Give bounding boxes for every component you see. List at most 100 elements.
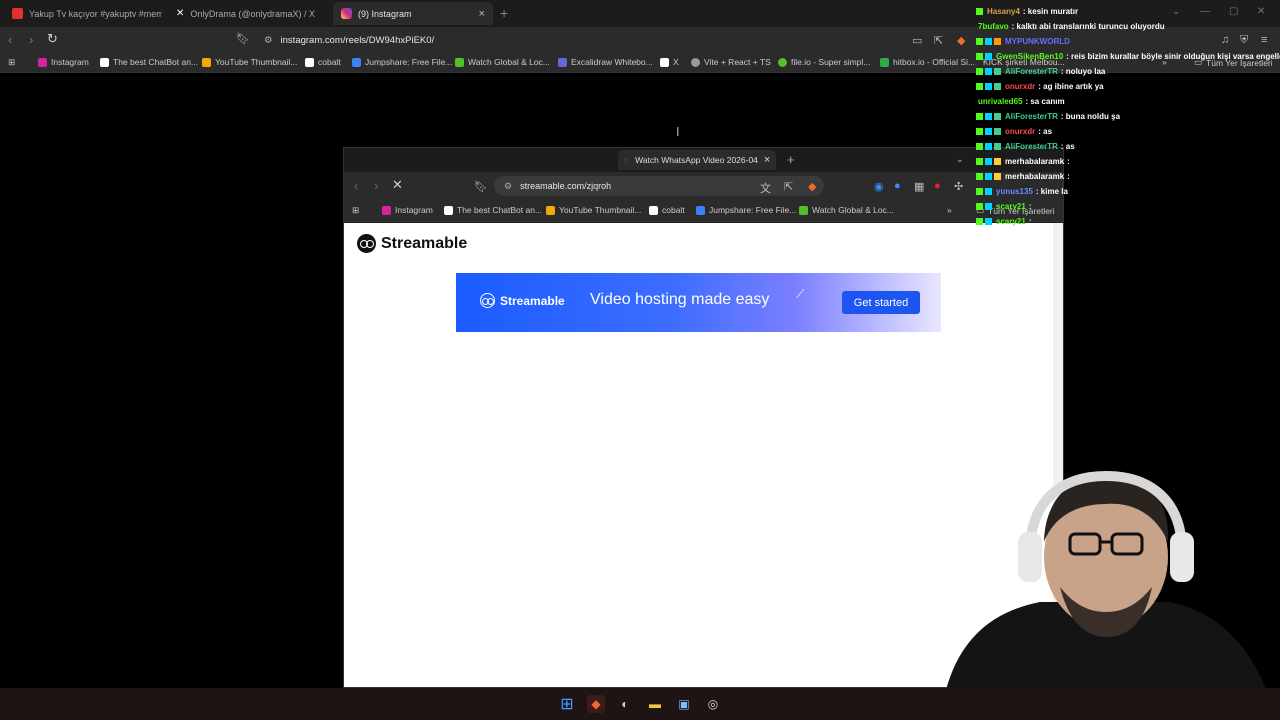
skype-icon[interactable]: ● xyxy=(894,180,901,192)
share-icon[interactable]: ⇱ xyxy=(784,180,793,193)
extension-icon[interactable]: ● xyxy=(934,180,941,192)
chat-message: onurxdr: ag ibine artık ya xyxy=(976,79,1280,94)
chat-text: : kime la xyxy=(1035,187,1068,196)
extension-icon[interactable]: ▦ xyxy=(914,180,924,193)
brave-browser-icon[interactable]: ◆ xyxy=(587,695,605,713)
share-icon[interactable]: ⇱ xyxy=(934,34,943,47)
chat-username[interactable]: Hasany4 xyxy=(987,7,1020,16)
close-tab-icon[interactable]: × xyxy=(764,154,770,166)
tab-youtube[interactable]: Yakup Tv kaçıyor #yakuptv #memes xyxy=(4,2,162,25)
bookmark-instagram[interactable]: Instagram xyxy=(382,205,433,215)
close-tab-icon[interactable]: × xyxy=(479,8,485,20)
apps-icon[interactable]: ⊞ xyxy=(352,205,359,216)
brave-shield-icon[interactable]: ◆ xyxy=(957,34,965,47)
chat-username[interactable]: 7bufavo xyxy=(978,22,1009,31)
tab-x[interactable]: ✕ OnlyDrama (@onlydramaX) / X xyxy=(168,2,328,25)
bookmark-chatbot[interactable]: The best ChatBot an... xyxy=(444,205,542,215)
chat-message: unrivaled65: sa canım xyxy=(976,94,1280,109)
bookmark-jumpshare[interactable]: Jumpshare: Free File... xyxy=(352,57,452,67)
address-bar[interactable]: ⚙︎ instagram.com/reels/DW94hxPiEK0/ xyxy=(258,30,978,50)
more-bookmarks-icon[interactable]: » xyxy=(947,205,952,215)
bookmark-icon[interactable]: 🔖︎ xyxy=(474,180,488,193)
back-icon[interactable]: ‹ xyxy=(8,32,12,47)
forward-icon[interactable]: › xyxy=(374,178,378,193)
chat-username[interactable]: scary21 xyxy=(996,217,1026,226)
bookmark-cobalt[interactable]: cobalt xyxy=(305,57,341,67)
brave-shield-icon[interactable]: ◆ xyxy=(808,180,816,193)
chat-message: merhabalaramk: xyxy=(976,169,1280,184)
chat-badge-icon xyxy=(994,83,1001,90)
site-info-icon[interactable]: ⚙︎ xyxy=(264,35,273,46)
chat-badge-icon xyxy=(994,143,1001,150)
translate-icon[interactable]: 文 xyxy=(760,180,771,196)
chat-message: GwenSikenBen10: reis bizim kurallar böyl… xyxy=(976,49,1280,64)
tab-streamable[interactable]: ◌ Watch WhatsApp Video 2026-04 × xyxy=(618,150,776,170)
extension-icon[interactable]: ◉ xyxy=(874,180,884,193)
bookmark-youtube-thumbnail[interactable]: YouTube Thumbnail... xyxy=(546,205,641,215)
chat-badge-icon xyxy=(994,38,1001,45)
tab-instagram[interactable]: (9) Instagram × xyxy=(333,2,493,25)
address-bar[interactable]: ⚙︎ streamable.com/zjqroh xyxy=(494,176,824,196)
windows-start-icon[interactable]: ⊞ xyxy=(558,695,576,713)
puzzle-icon[interactable]: ✣ xyxy=(954,180,963,193)
chat-username[interactable]: AliForesterTR xyxy=(1005,142,1058,151)
chat-message: scary21: xyxy=(976,214,1280,229)
file-explorer-icon[interactable]: ▬ xyxy=(646,695,664,713)
chat-badge-icon xyxy=(976,143,983,150)
steam-icon[interactable]: ◐ xyxy=(616,695,634,713)
bookmark-watch-global[interactable]: Watch Global & Loc... xyxy=(799,205,894,215)
bookmark-hitbox[interactable]: hitbox.io - Official Si... xyxy=(880,57,975,67)
chat-username[interactable]: onurxdr xyxy=(1005,82,1035,91)
x-icon: ✕ xyxy=(176,8,185,19)
cast-icon[interactable]: ▭ xyxy=(912,34,922,47)
apps-icon[interactable]: ⊞ xyxy=(8,57,15,68)
chat-username[interactable]: GwenSikenBen10 xyxy=(996,52,1063,61)
bookmark-jumpshare[interactable]: Jumpshare: Free File... xyxy=(696,205,796,215)
bookmark-cobalt[interactable]: cobalt xyxy=(649,205,685,215)
chat-username[interactable]: merhabalaramk xyxy=(1005,172,1064,181)
bookmark-youtube-thumbnail[interactable]: YouTube Thumbnail... xyxy=(202,57,297,67)
stop-loading-icon[interactable]: ✕ xyxy=(392,177,403,193)
streamable-logo-icon xyxy=(480,293,495,308)
chat-username[interactable]: scary21 xyxy=(996,202,1026,211)
cobalt-icon xyxy=(649,205,658,215)
chat-username[interactable]: merhabalaramk xyxy=(1005,157,1064,166)
chat-badge-icon xyxy=(985,173,992,180)
sparkle-icon: ⟋ xyxy=(796,287,805,301)
chat-username[interactable]: unrivaled65 xyxy=(978,97,1022,106)
bookmark-chatbot[interactable]: The best ChatBot an... xyxy=(100,57,198,67)
bookmark-vite[interactable]: Vite + React + TS xyxy=(691,57,771,67)
reload-icon[interactable]: ↻ xyxy=(47,31,58,47)
chat-text: : xyxy=(1067,157,1070,166)
forward-icon[interactable]: › xyxy=(29,32,33,47)
instagram-icon xyxy=(341,8,352,19)
site-info-icon[interactable]: ⚙︎ xyxy=(504,181,512,192)
chat-username[interactable]: AliForesterTR xyxy=(1005,112,1058,121)
new-tab-icon[interactable]: + xyxy=(787,152,795,167)
streamable-logo[interactable]: Streamable xyxy=(357,234,467,253)
chat-username[interactable]: yunus135 xyxy=(996,187,1033,196)
new-tab-icon[interactable]: + xyxy=(500,5,508,21)
bookmark-instagram[interactable]: Instagram xyxy=(38,57,89,67)
chat-username[interactable]: onurxdr xyxy=(1005,127,1035,136)
bookmark-watch-global[interactable]: Watch Global & Loc... xyxy=(455,57,550,67)
chat-username[interactable]: MYPUNKWORLD xyxy=(1005,37,1070,46)
bookmark-x[interactable]: X xyxy=(660,57,679,67)
streamable-logo-icon xyxy=(357,234,376,253)
promo-banner[interactable]: Streamable Video hosting made easy ⟋ Get… xyxy=(456,273,941,332)
chat-username[interactable]: AliForesterTR xyxy=(1005,67,1058,76)
tab-search-icon[interactable]: ⌄ xyxy=(956,154,964,165)
chat-badge-icon xyxy=(985,218,992,225)
obs-icon[interactable]: ◎ xyxy=(704,695,722,713)
chat-badge-icon xyxy=(976,53,983,60)
bookmark-icon[interactable]: 🔖︎ xyxy=(236,32,250,45)
back-icon[interactable]: ‹ xyxy=(354,178,358,193)
tab-title: Watch WhatsApp Video 2026-04 xyxy=(635,155,758,165)
get-started-button[interactable]: Get started xyxy=(842,291,920,314)
fileio-icon xyxy=(778,57,787,67)
photos-icon[interactable]: ▣ xyxy=(675,695,693,713)
bookmark-fileio[interactable]: file.io - Super simpl... xyxy=(778,57,870,67)
bookmark-excalidraw[interactable]: Excalidraw Whitebo... xyxy=(558,57,653,67)
banner-logo-text: Streamable xyxy=(500,293,565,308)
tab-title: Yakup Tv kaçıyor #yakuptv #memes xyxy=(29,8,162,19)
